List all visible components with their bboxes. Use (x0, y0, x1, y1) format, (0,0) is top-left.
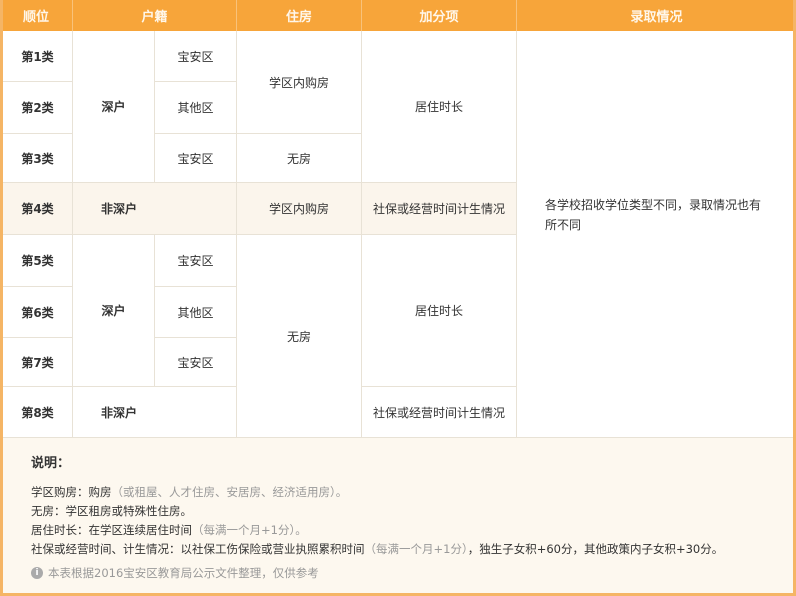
table-frame (0, 0, 796, 596)
